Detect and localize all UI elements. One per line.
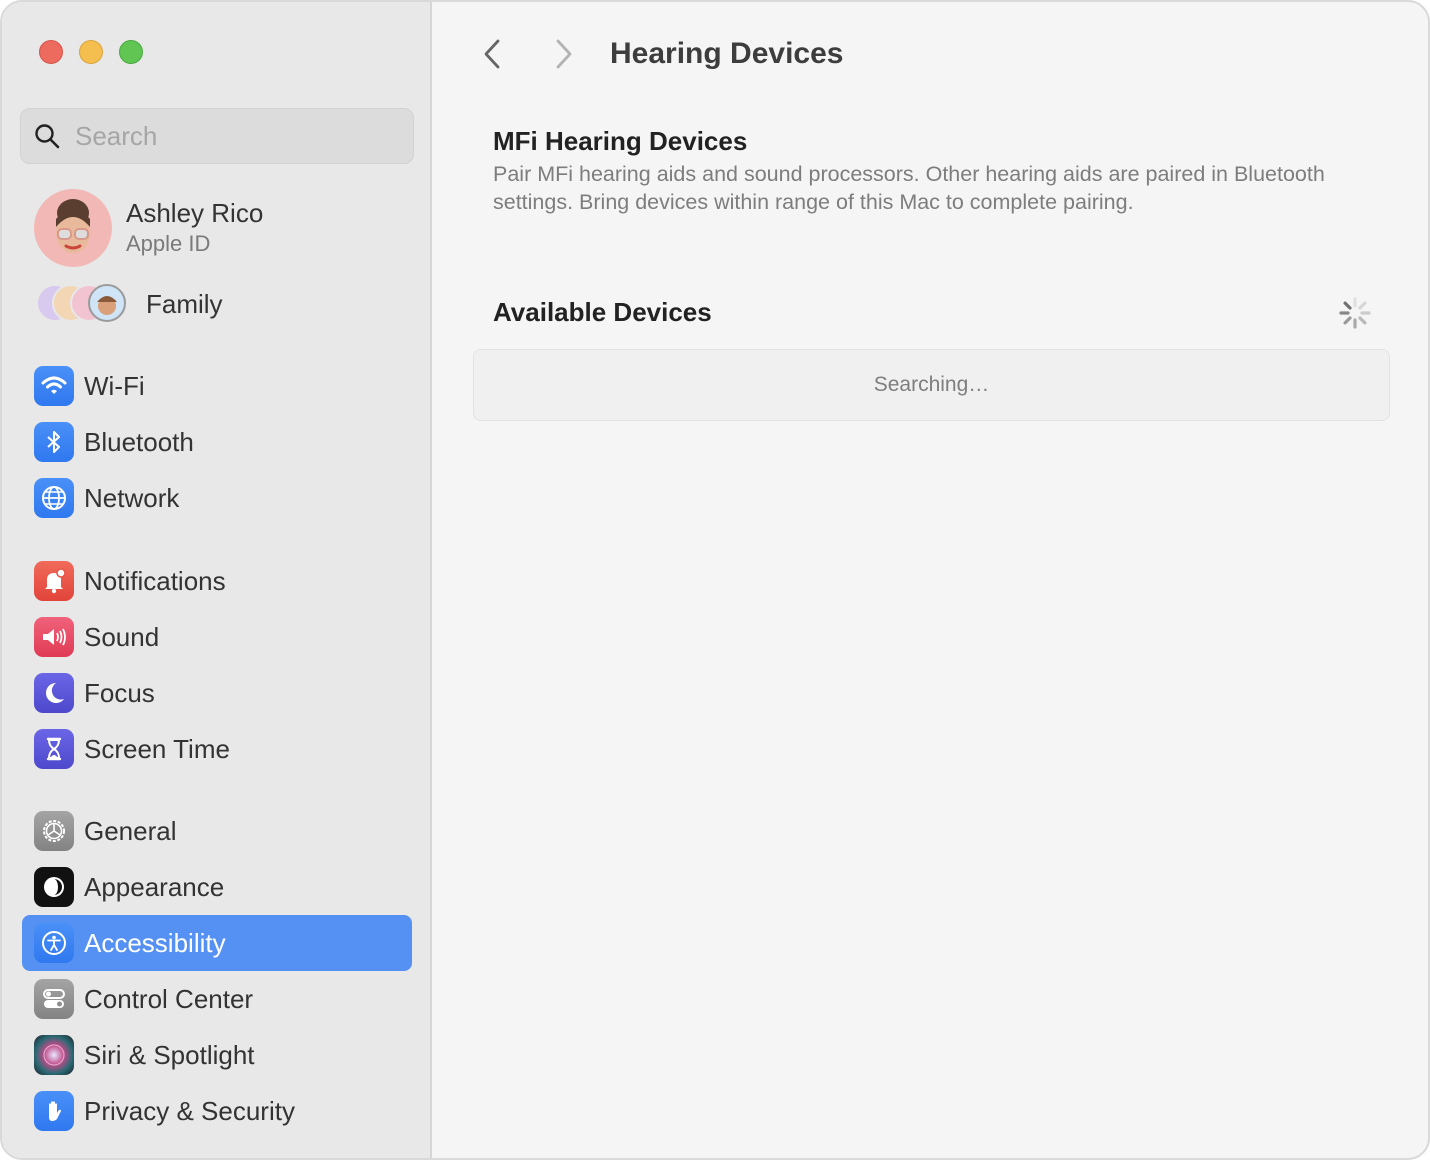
sidebar-item-label: Focus — [84, 677, 155, 708]
sidebar-item-control-center[interactable]: Control Center — [22, 971, 412, 1027]
minimize-window-button[interactable] — [79, 40, 103, 64]
account-name: Ashley Rico — [126, 198, 264, 228]
sidebar-item-general[interactable]: General — [22, 803, 412, 859]
sidebar-item-label: Notifications — [84, 565, 226, 596]
sidebar-item-bluetooth[interactable]: Bluetooth — [22, 414, 412, 470]
sidebar-item-label: General — [84, 815, 177, 846]
siri-icon — [34, 1035, 74, 1075]
sidebar-item-network[interactable]: Network — [22, 470, 412, 526]
moon-icon — [34, 673, 74, 713]
account-subtitle: Apple ID — [126, 231, 211, 256]
back-button[interactable] — [472, 34, 512, 74]
available-devices-title: Available Devices — [493, 297, 712, 327]
search-icon — [35, 124, 60, 149]
speaker-icon — [34, 617, 74, 657]
memoji-avatar — [34, 189, 112, 267]
hand-icon — [34, 1091, 74, 1131]
system-settings-window: Ashley Rico Apple ID Family Wi-Fi — [0, 0, 1430, 1160]
sidebar-item-label: Appearance — [84, 871, 225, 902]
sidebar-item-appearance[interactable]: Appearance — [22, 859, 412, 915]
sidebar-item-focus[interactable]: Focus — [22, 665, 412, 721]
sidebar-item-label: Wi-Fi — [84, 370, 145, 401]
zoom-window-button[interactable] — [119, 40, 143, 64]
content-pane: Hearing Devices MFi Hearing Devices Pair… — [432, 2, 1428, 1158]
toggles-icon — [34, 979, 74, 1019]
close-window-button[interactable] — [39, 40, 63, 64]
sidebar-item-label: Accessibility — [84, 927, 226, 958]
gear-icon — [34, 811, 74, 851]
mfi-description: Pair MFi hearing aids and sound processo… — [493, 162, 1325, 214]
sidebar-group-network: Wi-Fi Bluetooth Network — [22, 358, 412, 526]
forward-button[interactable] — [544, 34, 584, 74]
hourglass-icon — [34, 729, 74, 769]
search-field[interactable] — [20, 108, 414, 164]
toolbar: Hearing Devices — [472, 24, 843, 84]
wifi-icon — [34, 366, 74, 406]
searching-status: Searching… — [873, 373, 990, 396]
bluetooth-icon — [34, 422, 74, 462]
sidebar-item-accessibility[interactable]: Accessibility — [22, 915, 412, 971]
sidebar-item-screen-time[interactable]: Screen Time — [22, 721, 412, 777]
family-item[interactable]: Family — [36, 282, 223, 326]
chevron-left-icon — [484, 39, 500, 69]
apple-id-account[interactable]: Ashley Rico Apple ID — [34, 189, 263, 267]
family-avatars — [36, 282, 130, 326]
available-devices-list: Searching… — [473, 349, 1390, 421]
search-input[interactable] — [75, 120, 375, 152]
bell-icon — [34, 561, 74, 601]
mfi-section-title: MFi Hearing Devices — [493, 126, 748, 156]
window-controls — [39, 40, 143, 64]
page-title: Hearing Devices — [610, 37, 844, 70]
sidebar-item-label: Control Center — [84, 983, 254, 1014]
sidebar-item-label: Screen Time — [84, 733, 230, 764]
sidebar-item-label: Network — [84, 482, 180, 513]
sidebar-group-system: General Appearance Accessibility Control… — [22, 803, 412, 1139]
sidebar-item-notifications[interactable]: Notifications — [22, 553, 412, 609]
sidebar-group-attention: Notifications Sound Focus Screen Time — [22, 553, 412, 777]
sidebar-item-label: Bluetooth — [84, 426, 194, 457]
sidebar-item-sound[interactable]: Sound — [22, 609, 412, 665]
sidebar-item-privacy-security[interactable]: Privacy & Security — [22, 1083, 412, 1139]
family-member-avatar — [88, 284, 126, 322]
sidebar-item-label: Privacy & Security — [84, 1095, 295, 1126]
loading-spinner-icon — [1339, 297, 1371, 329]
sidebar-item-wifi[interactable]: Wi-Fi — [22, 358, 412, 414]
appearance-icon — [34, 867, 74, 907]
sidebar-item-siri-spotlight[interactable]: Siri & Spotlight — [22, 1027, 412, 1083]
sidebar: Ashley Rico Apple ID Family Wi-Fi — [2, 2, 432, 1158]
family-label: Family — [146, 288, 223, 319]
sidebar-item-label: Siri & Spotlight — [84, 1039, 255, 1070]
globe-icon — [34, 478, 74, 518]
chevron-right-icon — [556, 39, 572, 69]
accessibility-icon — [34, 923, 74, 963]
sidebar-item-label: Sound — [84, 621, 160, 652]
